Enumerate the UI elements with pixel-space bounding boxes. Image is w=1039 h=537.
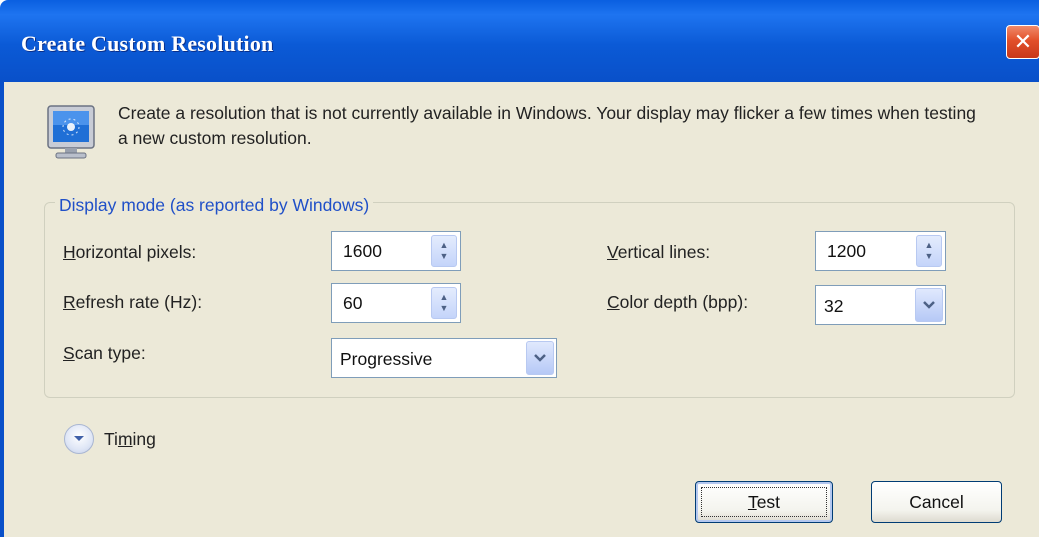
refresh-rate-label-text: efresh rate (Hz): [75,292,203,312]
vertical-lines-label: Vertical lines: [607,242,710,262]
cancel-button-label: Cancel [909,491,964,512]
scan-type-label: Scan type: [63,343,146,363]
scan-type-value[interactable]: Progressive [340,349,432,370]
refresh-rate-spin-button[interactable]: ▲ ▼ [431,287,457,319]
focus-ring [701,487,827,517]
spin-up-icon[interactable]: ▲ [925,240,934,251]
display-mode-legend: Display mode (as reported by Windows) [55,195,374,215]
close-icon: ✕ [1013,29,1033,55]
timing-label[interactable]: Timing [104,429,156,450]
horizontal-pixels-label: Horizontal pixels: [63,242,196,262]
cancel-button[interactable]: Cancel [871,481,1002,523]
test-button[interactable]: Test [695,481,833,523]
chevron-down-icon[interactable] [73,435,85,443]
scan-type-dropdown[interactable]: Progressive [331,338,557,378]
spin-up-icon[interactable]: ▲ [440,240,449,251]
dialog-window: Create Custom Resolution ✕ Create a reso… [0,0,1039,537]
timing-label-post: ing [132,429,156,449]
vertical-lines-label-text: ertical lines: [617,242,711,262]
timing-expand-button[interactable] [64,424,94,454]
refresh-rate-spinbox[interactable]: 60 ▲ ▼ [331,283,461,323]
spin-down-icon[interactable]: ▼ [925,251,934,262]
horizontal-pixels-spinbox[interactable]: 1600 ▲ ▼ [331,231,461,271]
color-depth-label: Color depth (bpp): [607,292,748,312]
chevron-down-icon[interactable] [922,300,936,310]
monitor-icon [47,105,101,161]
scan-type-dropdown-button[interactable] [526,341,554,375]
timing-label-pre: Ti [104,429,118,449]
color-depth-accesskey: C [607,292,620,312]
color-depth-dropdown-button[interactable] [915,288,943,322]
scan-type-accesskey: S [63,343,75,363]
vertical-lines-accesskey: V [607,242,618,262]
timing-accesskey: m [117,429,133,449]
vertical-lines-spin-button[interactable]: ▲ ▼ [916,235,942,267]
spin-down-icon[interactable]: ▼ [440,303,449,314]
horizontal-pixels-value[interactable]: 1600 [343,241,382,262]
intro-text: Create a resolution that is not currentl… [118,103,976,148]
title-bar[interactable]: Create Custom Resolution [0,0,1039,82]
color-depth-value[interactable]: 32 [824,296,843,317]
horizontal-pixels-accesskey: H [63,242,76,262]
horizontal-pixels-spin-button[interactable]: ▲ ▼ [431,235,457,267]
spin-up-icon[interactable]: ▲ [440,292,449,303]
color-depth-label-text: olor depth (bpp): [619,292,749,312]
horizontal-pixels-label-text: orizontal pixels: [75,242,197,262]
refresh-rate-accesskey: R [63,292,76,312]
chevron-down-icon[interactable] [533,353,547,363]
scan-type-label-text: can type: [74,343,146,363]
refresh-rate-label: Refresh rate (Hz): [63,292,202,312]
vertical-lines-value[interactable]: 1200 [827,241,866,262]
close-button[interactable]: ✕ [1006,25,1039,59]
refresh-rate-value[interactable]: 60 [343,293,362,314]
vertical-lines-spinbox[interactable]: 1200 ▲ ▼ [815,231,946,271]
window-title: Create Custom Resolution [21,31,274,56]
spin-down-icon[interactable]: ▼ [440,251,449,262]
color-depth-dropdown[interactable]: 32 [815,285,946,325]
